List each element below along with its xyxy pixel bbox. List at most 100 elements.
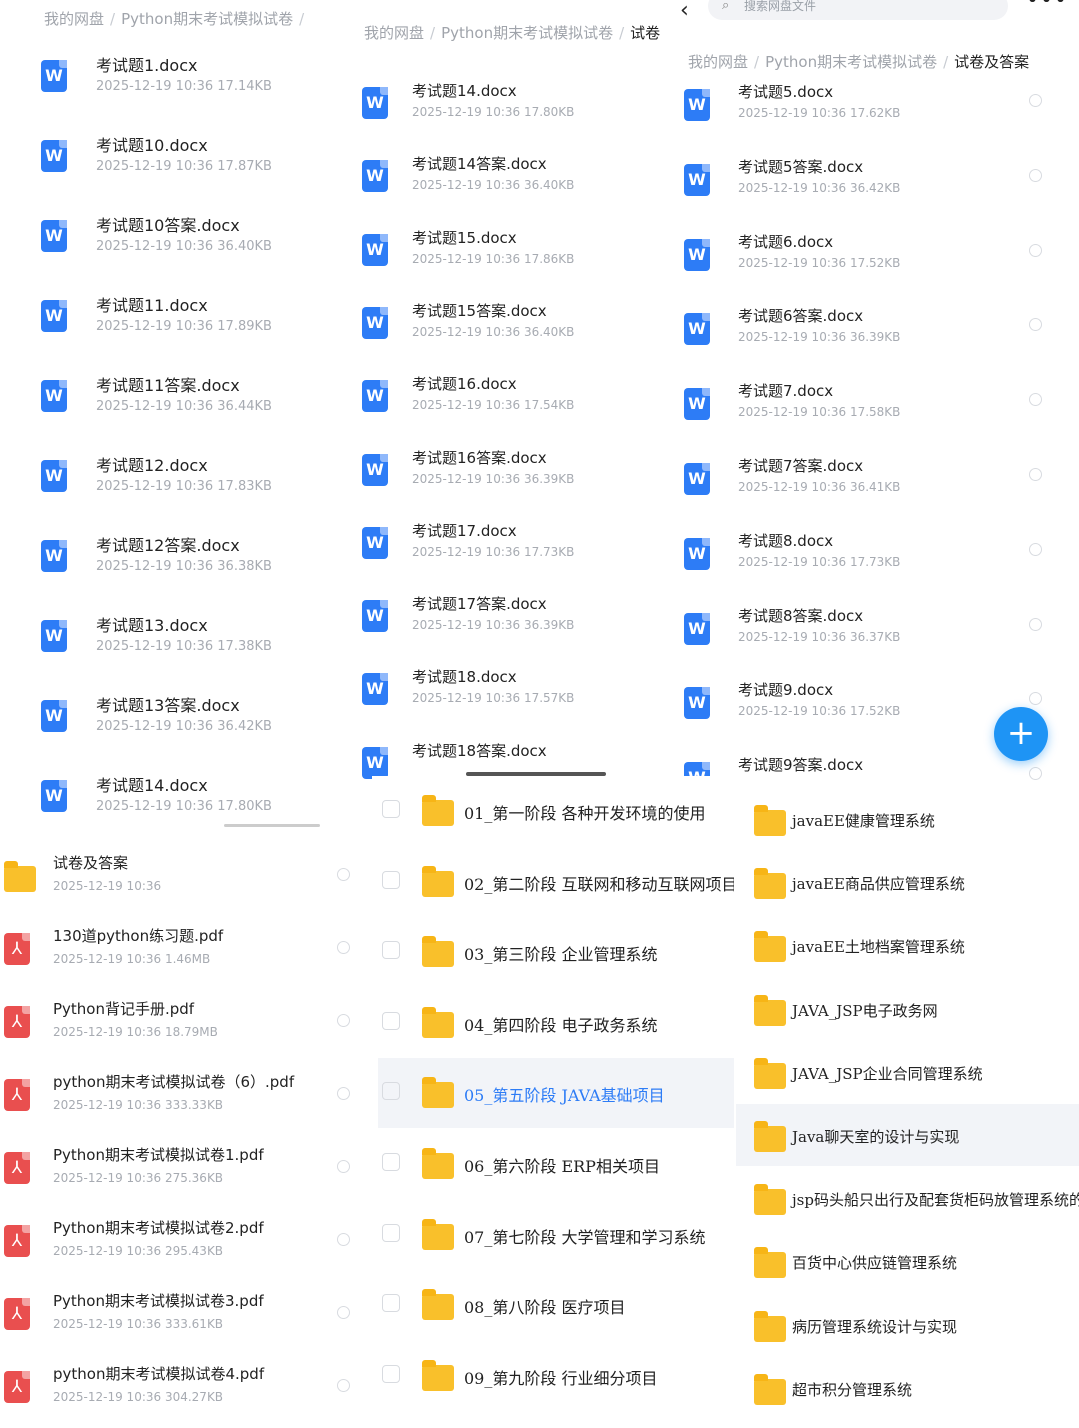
word-file-icon: W	[41, 380, 67, 412]
file-row[interactable]: W 考试题11.docx 2025-12-19 10:36 17.89KB	[14, 288, 336, 360]
select-radio[interactable]	[1029, 692, 1042, 706]
file-row[interactable]: W 考试题1.docx 2025-12-19 10:36 17.14KB	[14, 48, 336, 120]
crumb-root[interactable]: 我的网盘	[364, 24, 424, 42]
back-icon[interactable]: ‹	[680, 0, 689, 23]
file-row[interactable]: W 考试题15答案.docx 2025-12-19 10:36 36.40KB	[340, 294, 662, 360]
file-row[interactable]: W 考试题16答案.docx 2025-12-19 10:36 36.39KB	[340, 441, 662, 507]
file-meta: 2025-12-19 10:36 17.57KB	[412, 691, 575, 706]
select-radio[interactable]	[337, 1306, 350, 1319]
file-row[interactable]: W 考试题5答案.docx 2025-12-19 10:36 36.42KB	[662, 150, 1066, 218]
folder-row[interactable]: 05_第五阶段 JAVA基础项目	[378, 1058, 734, 1129]
select-radio[interactable]	[337, 1160, 350, 1173]
crumb-root[interactable]: 我的网盘	[688, 53, 748, 71]
file-row[interactable]: W 考试题8答案.docx 2025-12-19 10:36 36.37KB	[662, 599, 1066, 667]
file-row[interactable]: W 考试题7.docx 2025-12-19 10:36 17.58KB	[662, 374, 1066, 442]
crumb-folder[interactable]: Python期末考试模拟试卷	[441, 24, 613, 42]
crumb-current[interactable]: 试卷及答案	[954, 53, 1029, 71]
crumb-folder[interactable]: Python期末考试模拟试卷	[765, 53, 937, 71]
folder-row[interactable]: javaEE商品供应管理系统	[736, 851, 1079, 913]
select-radio[interactable]	[337, 868, 350, 881]
select-radio[interactable]	[1029, 318, 1042, 332]
pdf-file-icon: ⅄	[4, 933, 30, 965]
folder-row[interactable]: JAVA_JSP电子政务网	[736, 978, 1079, 1040]
folder-row[interactable]: 超市积分管理系统	[736, 1357, 1079, 1419]
select-radio[interactable]	[1029, 617, 1042, 631]
file-row[interactable]: ⅄ python期末考试模拟试卷4.pdf 2025-12-19 10:36 304…	[0, 1355, 372, 1421]
file-row[interactable]: W 考试题6.docx 2025-12-19 10:36 17.52KB	[662, 225, 1066, 293]
file-row[interactable]: ⅄ Python期末考试模拟试卷2.pdf 2025-12-19 10:36 295…	[0, 1209, 372, 1275]
select-radio[interactable]	[337, 1014, 350, 1027]
file-row[interactable]: W 考试题15.docx 2025-12-19 10:36 17.86KB	[340, 221, 662, 287]
file-row[interactable]: W 考试题13.docx 2025-12-19 10:36 17.38KB	[14, 608, 336, 680]
file-row[interactable]: W 考试题13答案.docx 2025-12-19 10:36 36.42KB	[14, 688, 336, 760]
folder-row[interactable]: Java聊天室的设计与实现	[736, 1104, 1079, 1166]
file-row[interactable]: W 考试题10.docx 2025-12-19 10:36 17.87KB	[14, 128, 336, 200]
folder-row[interactable]: javaEE健康管理系统	[736, 788, 1079, 850]
crumb-root[interactable]: 我的网盘	[44, 10, 104, 28]
select-radio[interactable]	[337, 1233, 350, 1246]
file-row[interactable]: ⅄ 130道python练习题.pdf 2025-12-19 10:36 1.46M…	[0, 917, 372, 983]
select-checkbox[interactable]	[382, 1223, 400, 1242]
file-row[interactable]: W 考试题7答案.docx 2025-12-19 10:36 36.41KB	[662, 449, 1066, 517]
add-button[interactable]: +	[994, 707, 1048, 761]
file-row[interactable]: W 考试题12答案.docx 2025-12-19 10:36 36.38KB	[14, 528, 336, 600]
folder-row[interactable]: 04_第四阶段 电子政务系统	[378, 988, 734, 1058]
file-row[interactable]: W 考试题14答案.docx 2025-12-19 10:36 36.40KB	[340, 147, 662, 213]
crumb-current[interactable]: 试卷	[630, 24, 660, 42]
select-checkbox[interactable]	[382, 941, 400, 960]
folder-row[interactable]: javaEE土地档案管理系统	[736, 914, 1079, 976]
folder-row[interactable]: 09_第九阶段 行业细分项目	[378, 1341, 734, 1411]
select-radio[interactable]	[1029, 94, 1042, 107]
file-row[interactable]: W 考试题6答案.docx 2025-12-19 10:36 36.39KB	[662, 299, 1066, 367]
file-row[interactable]: W 考试题17.docx 2025-12-19 10:36 17.73KB	[340, 514, 662, 580]
file-row[interactable]: W 考试题5.docx 2025-12-19 10:36 17.62KB	[662, 75, 1066, 143]
folder-name: 百货中心供应链管理系统	[792, 1254, 958, 1273]
file-meta: 2025-12-19 10:36 36.39KB	[412, 618, 575, 633]
select-checkbox[interactable]	[382, 1082, 400, 1101]
select-checkbox[interactable]	[382, 1153, 400, 1171]
file-row[interactable]: W 考试题11答案.docx 2025-12-19 10:36 36.44KB	[14, 368, 336, 440]
folder-row[interactable]: 08_第八阶段 医疗项目	[378, 1270, 734, 1340]
file-row[interactable]: W 考试题12.docx 2025-12-19 10:36 17.83KB	[14, 448, 336, 520]
select-checkbox[interactable]	[382, 1294, 400, 1313]
file-row[interactable]: ⅄ Python期末考试模拟试卷3.pdf 2025-12-19 10:36 333…	[0, 1282, 372, 1348]
file-row[interactable]: W 考试题16.docx 2025-12-19 10:36 17.54KB	[340, 367, 662, 433]
select-radio[interactable]	[337, 941, 350, 954]
select-radio[interactable]	[1029, 243, 1042, 257]
file-row[interactable]: W 考试题18.docx 2025-12-19 10:36 17.57KB	[340, 660, 662, 726]
select-radio[interactable]	[337, 1087, 350, 1100]
file-row[interactable]: ⅄ python期末考试模拟试卷（6）.pdf 2025-12-19 10:36 3…	[0, 1063, 372, 1129]
folder-row[interactable]: 02_第二阶段 互联网和移动互联网项目	[378, 847, 734, 917]
folder-row[interactable]: JAVA_JSP企业合同管理系统	[736, 1041, 1079, 1103]
folder-row[interactable]: jsp码头船只出行及配套货柜码放管理系统的	[736, 1167, 1079, 1229]
more-icon[interactable]: •••	[1026, 0, 1066, 13]
file-row[interactable]: ⅄ Python背记手册.pdf 2025-12-19 10:36 18.79MB	[0, 990, 372, 1056]
select-radio[interactable]	[1029, 393, 1042, 407]
folder-row[interactable]: 07_第七阶段 大学管理和学习系统	[378, 1200, 734, 1270]
select-radio[interactable]	[337, 1379, 350, 1392]
select-checkbox[interactable]	[382, 1364, 400, 1383]
select-checkbox[interactable]	[382, 870, 400, 889]
folder-row[interactable]: 百货中心供应链管理系统	[736, 1230, 1079, 1292]
folder-icon	[754, 868, 786, 900]
search-input[interactable]: ⌕ 搜索网盘文件	[708, 0, 1008, 20]
scroll-handle[interactable]	[224, 824, 320, 827]
file-row[interactable]: W 考试题14.docx 2025-12-19 10:36 17.80KB	[14, 768, 336, 828]
folder-row[interactable]: 03_第三阶段 企业管理系统	[378, 917, 734, 987]
crumb-folder[interactable]: Python期末考试模拟试卷	[121, 10, 293, 28]
file-row[interactable]: ⅄ Python期末考试模拟试卷1.pdf 2025-12-19 10:36 275…	[0, 1136, 372, 1202]
select-checkbox[interactable]	[382, 800, 400, 818]
file-row[interactable]: W 考试题8.docx 2025-12-19 10:36 17.73KB	[662, 524, 1066, 592]
folder-row[interactable]: 06_第六阶段 ERP相关项目	[378, 1129, 734, 1199]
file-row[interactable]: W 考试题17答案.docx 2025-12-19 10:36 36.39KB	[340, 587, 662, 653]
file-row[interactable]: W 考试题10答案.docx 2025-12-19 10:36 36.40KB	[14, 208, 336, 280]
select-radio[interactable]	[1029, 767, 1042, 781]
select-radio[interactable]	[1029, 168, 1042, 182]
select-checkbox[interactable]	[382, 1011, 400, 1030]
file-row[interactable]: 试卷及答案 2025-12-19 10:36	[0, 844, 372, 910]
select-radio[interactable]	[1029, 468, 1042, 481]
folder-row[interactable]: 病历管理系统设计与实现	[736, 1294, 1079, 1356]
folder-row[interactable]: 01_第一阶段 各种开发环境的使用	[378, 776, 734, 846]
select-radio[interactable]	[1029, 542, 1042, 556]
file-row[interactable]: W 考试题14.docx 2025-12-19 10:36 17.80KB	[340, 74, 662, 140]
